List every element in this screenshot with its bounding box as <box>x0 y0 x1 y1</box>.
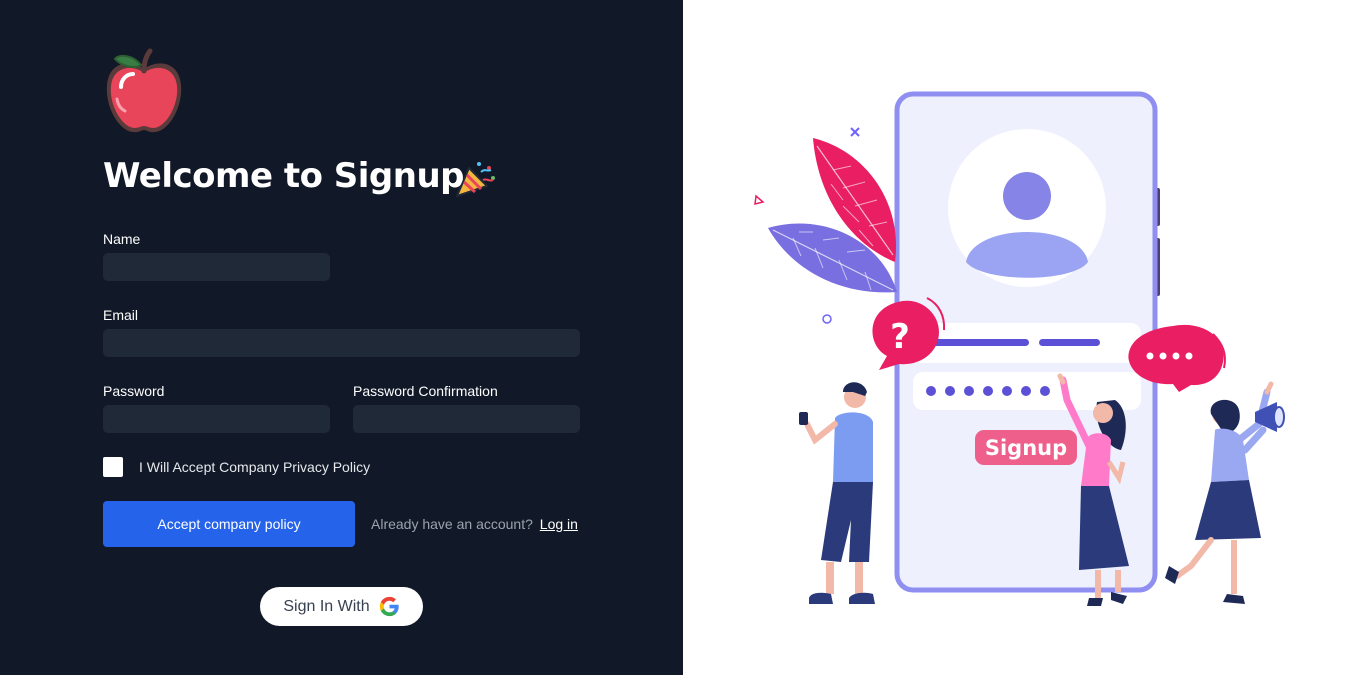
illustration-signup-label: Signup <box>985 436 1067 460</box>
party-popper-icon <box>456 162 495 197</box>
signup-illustration: Signup ? <box>754 91 1285 606</box>
privacy-policy-label: I Will Accept Company Privacy Policy <box>139 459 371 475</box>
google-signin-label: Sign In With <box>283 597 370 615</box>
password-confirmation-label: Password Confirmation <box>353 383 498 399</box>
name-input[interactable] <box>103 253 330 281</box>
email-label: Email <box>103 307 139 323</box>
signup-panel: Welcome to Signup Name Email Password Pa… <box>0 0 683 675</box>
person-woman-megaphone <box>1165 381 1285 604</box>
login-prompt: Already have an account? Log in <box>371 516 578 532</box>
password-confirmation-input[interactable] <box>353 405 580 433</box>
question-mark: ? <box>890 317 910 357</box>
accept-policy-button[interactable]: Accept company policy <box>103 501 355 547</box>
google-icon <box>379 596 399 617</box>
google-signin-button[interactable]: Sign In With <box>260 587 423 626</box>
name-label: Name <box>103 231 141 247</box>
login-prompt-text: Already have an account? <box>371 516 533 532</box>
decoration-x <box>850 127 860 137</box>
decoration-triangle <box>754 194 765 205</box>
password-label: Password <box>103 383 165 399</box>
login-link[interactable]: Log in <box>540 516 578 532</box>
illustration-panel: Signup ? <box>683 0 1366 675</box>
person-man <box>799 382 875 604</box>
apple-icon <box>106 48 182 133</box>
avatar-head <box>1003 172 1051 220</box>
password-input[interactable] <box>103 405 330 433</box>
page-title: Welcome to Signup <box>103 156 465 196</box>
privacy-policy-checkbox[interactable] <box>103 457 123 477</box>
decoration-circle <box>822 314 832 324</box>
email-input[interactable] <box>103 329 580 357</box>
